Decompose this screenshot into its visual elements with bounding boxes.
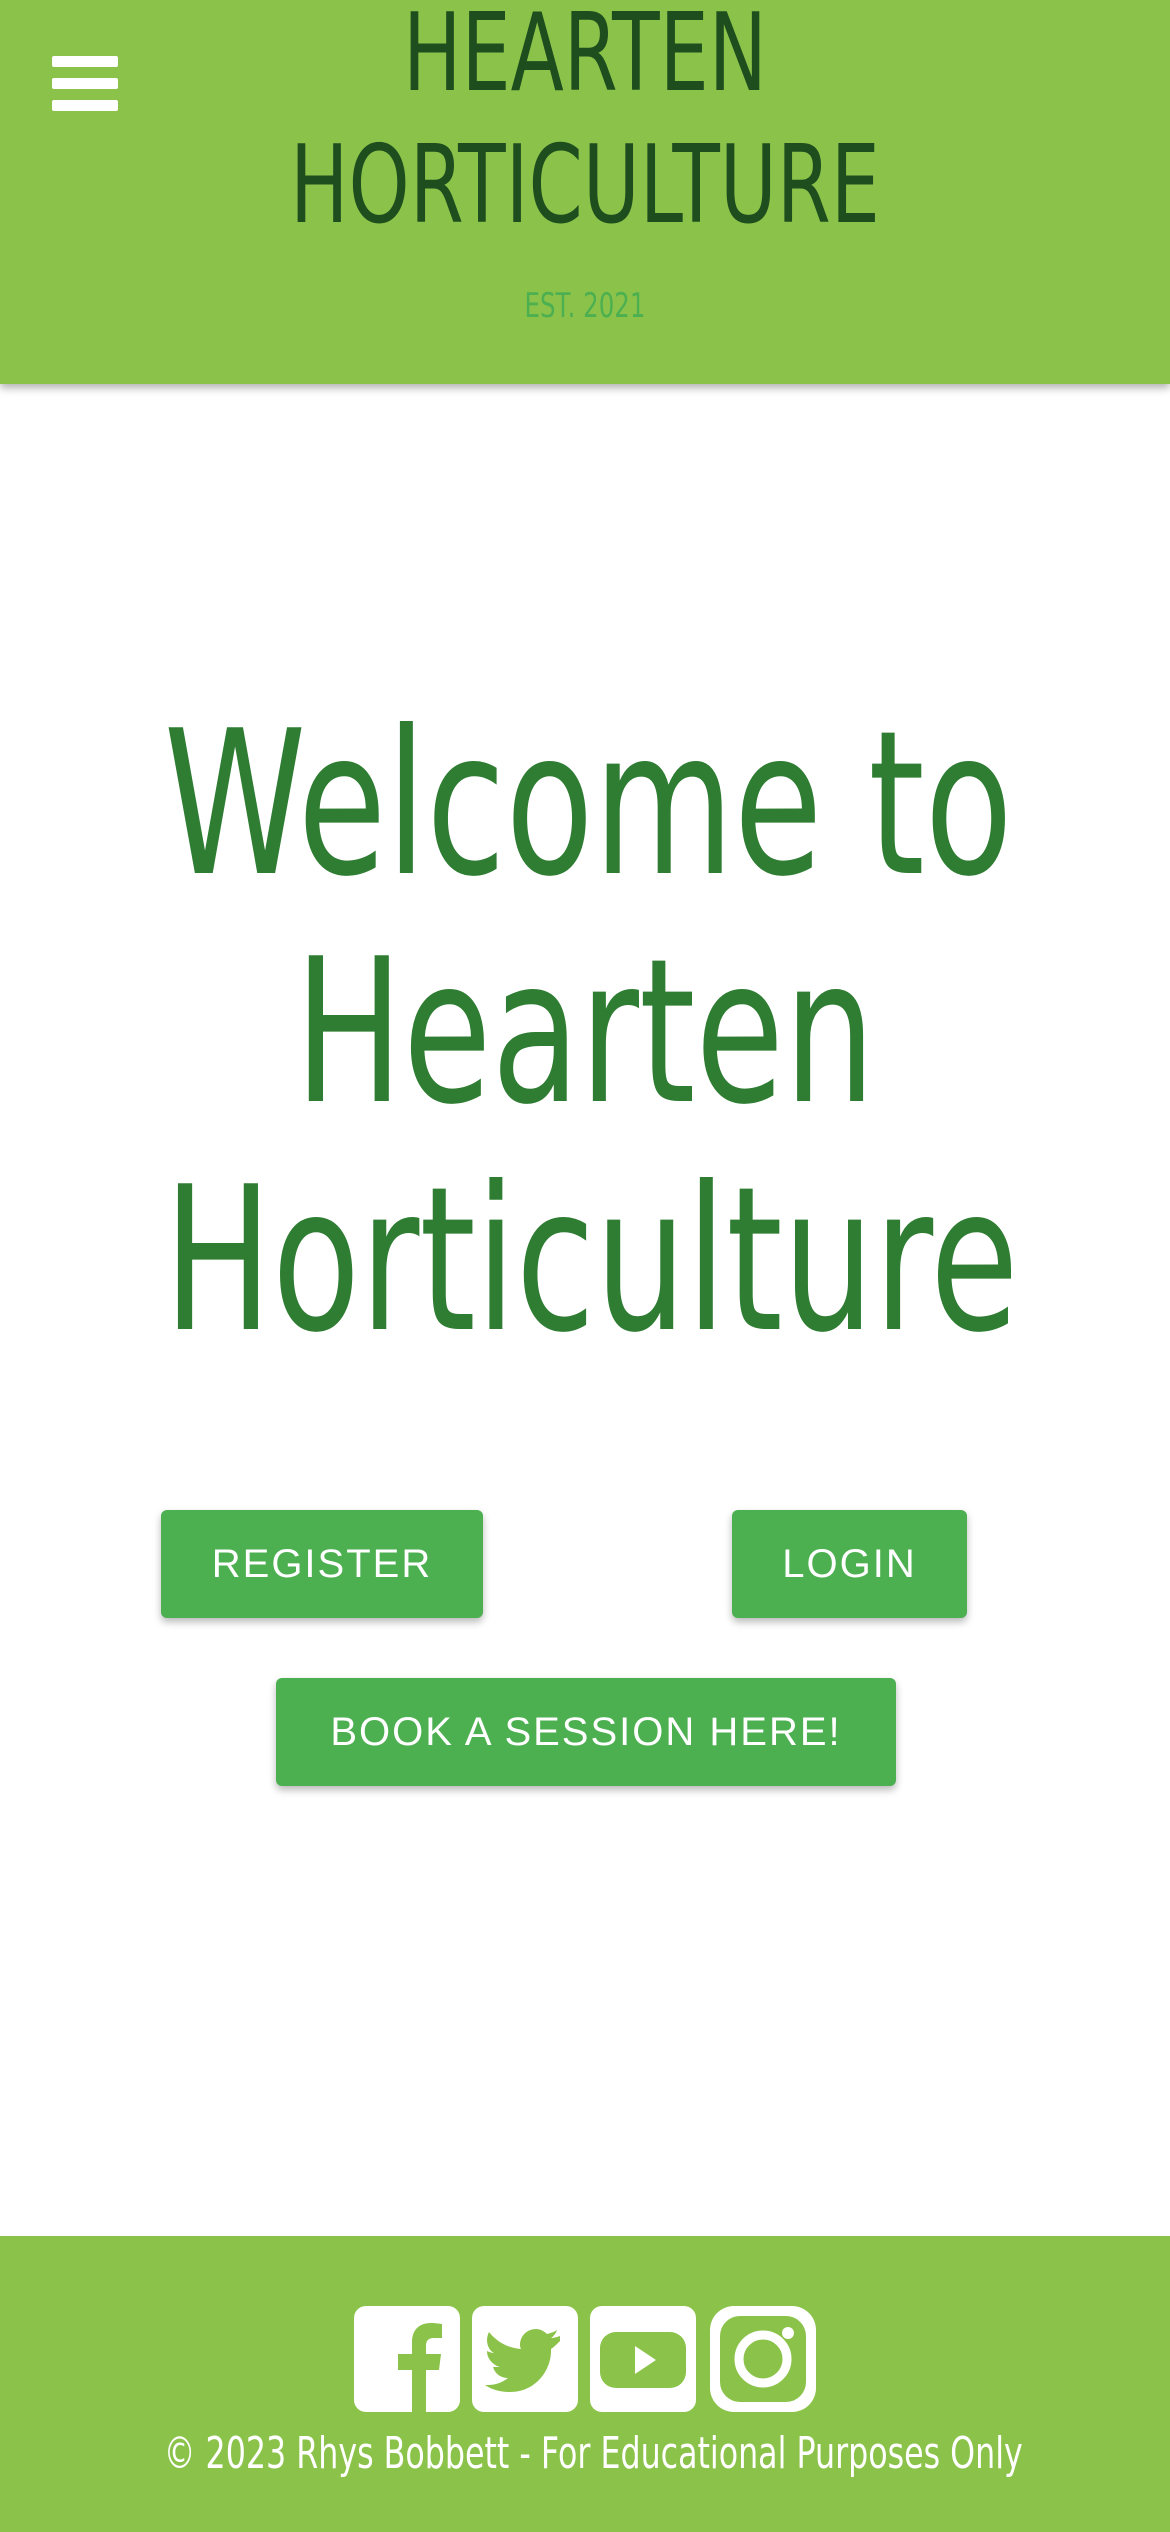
youtube-icon[interactable] [588,2304,698,2414]
copyright-text: © 2023 Rhys Bobbett - For Educational Pu… [163,2428,1023,2479]
social-links [352,2304,818,2416]
brand-title-line-1: HEARTEN [403,0,767,116]
instagram-icon[interactable] [708,2304,818,2414]
brand-title-line-2: HORTICULTURE [290,123,880,248]
twitter-icon[interactable] [470,2304,580,2414]
register-button[interactable]: REGISTER [161,1510,483,1618]
established-label: EST. 2021 [524,286,646,326]
welcome-heading-line-3: Horticulture [163,1144,1019,1377]
site-header: HEARTEN HORTICULTURE EST. 2021 [0,0,1170,384]
login-button[interactable]: LOGIN [732,1510,967,1618]
facebook-icon[interactable] [352,2304,462,2414]
welcome-heading-line-1: Welcome to [163,688,1013,921]
welcome-heading-line-2: Hearten [294,916,876,1149]
book-session-button[interactable]: BOOK A SESSION HERE! [276,1678,896,1786]
hamburger-menu-icon[interactable] [52,52,118,114]
